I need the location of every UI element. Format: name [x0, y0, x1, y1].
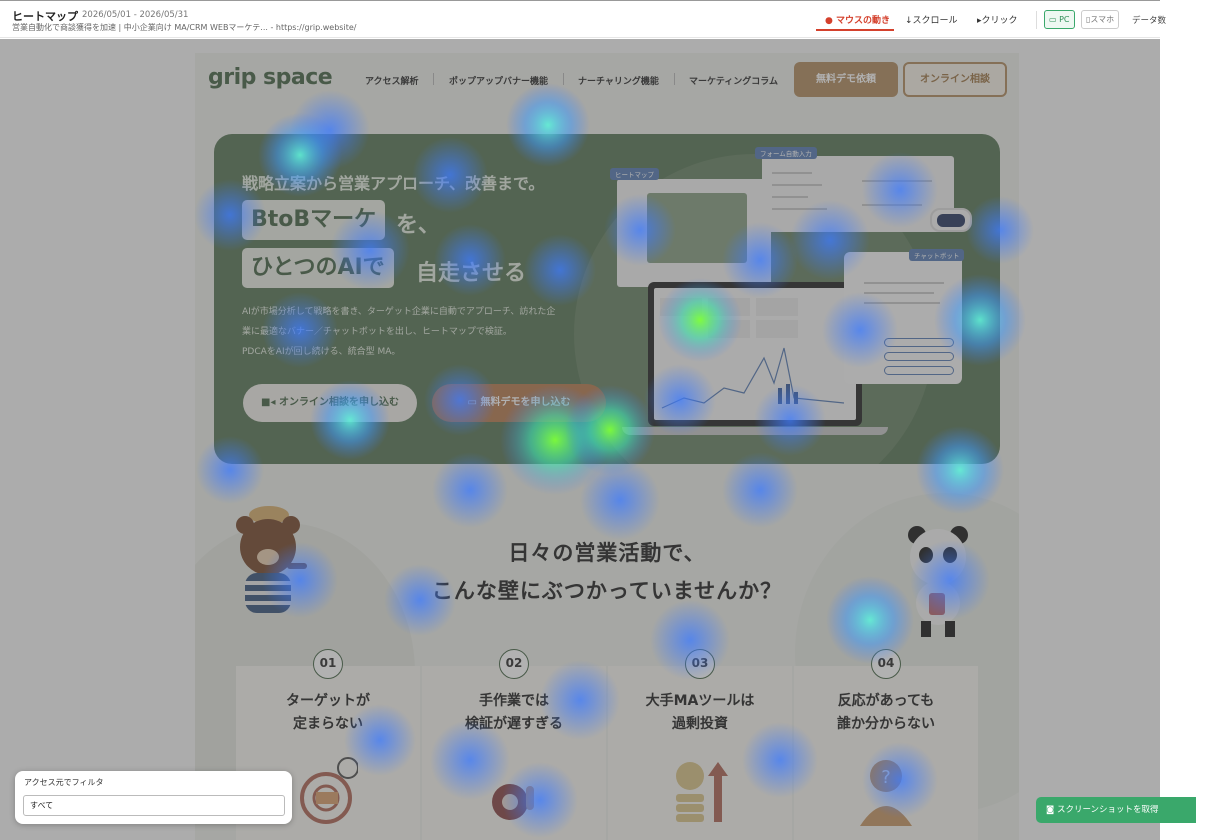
card-title-line: 大手MAツールは [645, 693, 755, 709]
nav-separator [433, 73, 434, 85]
site-demo-button: 無料デモ依頼 [794, 62, 898, 97]
source-filter-select[interactable]: すべて [23, 795, 285, 816]
heatmap-mockup [617, 179, 771, 287]
hero-pill-btob: BtoBマーケ [242, 200, 386, 240]
nav-popup-banner: ポップアップバナー機能 [449, 77, 549, 87]
device-label: PC [1059, 15, 1070, 24]
tab-click[interactable]: ▸クリック [977, 13, 1018, 26]
hero-desc-line: AIが市場分析して戦略を書き、ターゲット企業に自動でアプローチ、訪れた企 [242, 307, 556, 317]
device-smartphone-button[interactable]: ▯スマホ [1081, 10, 1120, 29]
mockup-tag-form: フォーム自動入力 [755, 147, 817, 159]
chatbot-mockup [844, 252, 962, 384]
dashboard-chart [660, 298, 845, 409]
mockup-tag-heatmap: ヒートマップ [610, 168, 659, 180]
site-consult-button: オンライン相談 [903, 62, 1007, 97]
chatbot-option [884, 352, 954, 361]
right-strip [1160, 0, 1218, 840]
mockup-tag-chatbot: チャットボット [909, 249, 965, 261]
card-title-line: 誰か分からない [837, 716, 935, 732]
nav-column: マーケティングコラム [689, 77, 779, 87]
mockup-line [772, 196, 808, 198]
hero-desc-line: PDCAをAIが回し続ける、統合型 MA。 [242, 347, 401, 357]
mockup-image [647, 193, 747, 263]
problem-card: 03 大手MAツールは 過剰投資 [608, 649, 792, 840]
card-number: 03 [685, 649, 715, 679]
tab-label: スクロール [912, 16, 958, 26]
nav-separator [674, 73, 675, 85]
card-number: 02 [499, 649, 529, 679]
svg-text:?: ? [881, 767, 891, 788]
source-filter-panel: アクセス元でフィルタ すべて [15, 771, 292, 824]
nav-access-analysis: アクセス解析 [365, 77, 419, 87]
card-title-line: 過剰投資 [672, 716, 728, 732]
card-title-line: 手作業では [479, 693, 549, 709]
screenshot-button-label: スクリーンショットを取得 [1056, 805, 1159, 815]
chatbot-option [884, 366, 954, 375]
coins-arrow-icon [676, 762, 728, 822]
card-title-line: ターゲットが [286, 693, 370, 709]
device-label: スマホ [1090, 15, 1115, 24]
hero-description: AIが市場分析して戦略を書き、ターゲット企業に自動でアプローチ、訪れた企 業に最… [242, 302, 555, 362]
mockup-line [864, 292, 934, 294]
monitor-icon: ▭ [1049, 15, 1057, 24]
data-count-label: データ数 [1132, 16, 1167, 26]
camera-icon: ◙ [1046, 805, 1055, 815]
laptop-base [622, 427, 888, 435]
device-pc-button[interactable]: ▭ PC [1044, 10, 1075, 29]
hero-demo-button: ▭ 無料デモを申し込む [432, 384, 606, 422]
mouse-icon: ● [825, 16, 833, 26]
card-number: 04 [871, 649, 901, 679]
page-url-subtitle: 営業自動化で商談獲得を加速 | 中小企業向け MA/CRM WEBマーケテ...… [12, 23, 357, 32]
active-tab-indicator [816, 29, 894, 31]
mockup-line [772, 208, 827, 210]
dashboard-screen [654, 288, 856, 420]
take-screenshot-button[interactable]: ◙ スクリーンショットを取得 [1036, 797, 1196, 823]
tab-scroll[interactable]: ↓スクロール [905, 13, 958, 26]
mockup-line [862, 180, 932, 182]
nav-separator [563, 73, 564, 85]
hero-cta-label: オンライン相談を申し込む [278, 397, 399, 408]
arrow-down-icon: ↓ [905, 16, 913, 26]
nav-nurturing: ナーチャリング機能 [578, 77, 659, 87]
date-range[interactable]: 2026/05/01 - 2026/05/31 [82, 10, 188, 20]
hero-cta-label: 無料デモを申し込む [480, 397, 571, 408]
section-heading-line2: こんな壁にぶつかっていませんか？ [431, 579, 783, 603]
mockup-line [772, 184, 822, 186]
card-title-line: 検証が遅すぎる [465, 716, 563, 732]
card-title-line: 定まらない [293, 716, 363, 732]
tab-label: マウスの動き [836, 16, 891, 26]
problem-card: 04 反応があっても 誰か分からない ? [794, 649, 978, 840]
laptop-mockup [648, 282, 862, 426]
hero-section: 戦略立案から営業アプローチ、改善まで。 BtoBマーケ を、 ひとつのAIで 自… [214, 134, 1000, 464]
mockup-line [862, 204, 922, 206]
chatbot-option [884, 338, 954, 347]
site-logo: grip space [208, 65, 333, 90]
section-heading-line1: 日々の営業活動で、 [508, 541, 706, 565]
hero-desc-line: 業に最適なバナー／チャットボットを出し、ヒートマップで検証。 [242, 327, 512, 337]
hero-tagline: 戦略立案から営業アプローチ、改善まで。 [242, 174, 545, 193]
filter-label: アクセス元でフィルタ [24, 778, 104, 787]
toolbar-divider [1036, 11, 1037, 29]
snail-icon [492, 784, 534, 820]
video-icon: ■◂ [261, 397, 279, 408]
hero-pill-ai: ひとつのAIで [242, 248, 394, 288]
card-title-line: 反応があっても [837, 693, 935, 709]
hero-text-jisou: 自走させる [416, 261, 527, 286]
mockup-line [772, 172, 812, 174]
card-number: 01 [313, 649, 343, 679]
tab-label: クリック [981, 16, 1018, 26]
unknown-person-icon: ? [860, 760, 912, 826]
monitor-icon: ▭ [467, 397, 481, 408]
form-mockup [762, 156, 954, 232]
tab-mouse-movement[interactable]: ● マウスの動き [825, 13, 890, 26]
hero-text-wo: を、 [396, 213, 441, 238]
robot-icon [930, 208, 972, 232]
problem-card: 02 手作業では 検証が遅すぎる [422, 649, 606, 840]
heatmap-toolbar: ヒートマップ 2026/05/01 - 2026/05/31 営業自動化で商談獲… [0, 0, 1166, 38]
mockup-line [864, 282, 944, 284]
target-megaphone-icon [300, 757, 358, 824]
mockup-line [864, 302, 940, 304]
page-screenshot: grip space アクセス解析 ポップアップバナー機能 ナーチャリング機能 … [195, 53, 1019, 840]
hero-online-consult-button: ■◂ オンライン相談を申し込む [243, 384, 417, 422]
